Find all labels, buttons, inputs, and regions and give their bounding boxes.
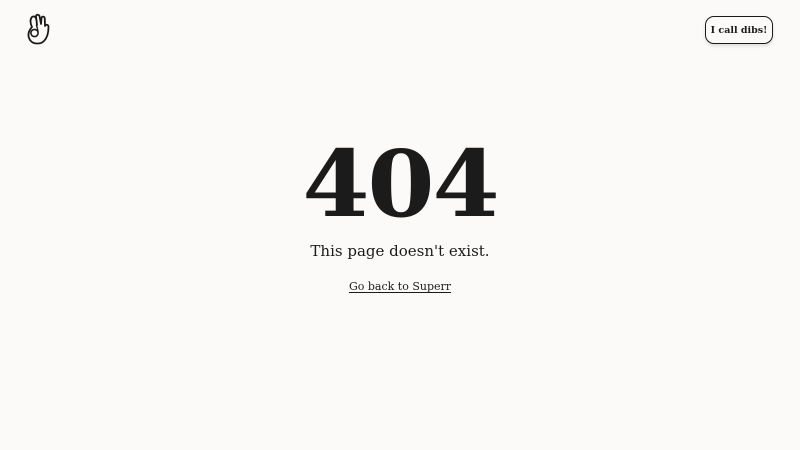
- error-code: 404: [302, 130, 499, 238]
- logo[interactable]: [24, 13, 54, 47]
- i-call-dibs-button[interactable]: I call dibs!: [705, 16, 773, 44]
- back-link-wrapper: Go back to Superr: [0, 279, 800, 295]
- page: I call dibs! 404 This page doesn't exist…: [0, 0, 800, 450]
- error-message: This page doesn't exist.: [310, 242, 490, 260]
- hand-peace-icon: [27, 13, 50, 45]
- go-back-link[interactable]: Go back to Superr: [349, 280, 451, 293]
